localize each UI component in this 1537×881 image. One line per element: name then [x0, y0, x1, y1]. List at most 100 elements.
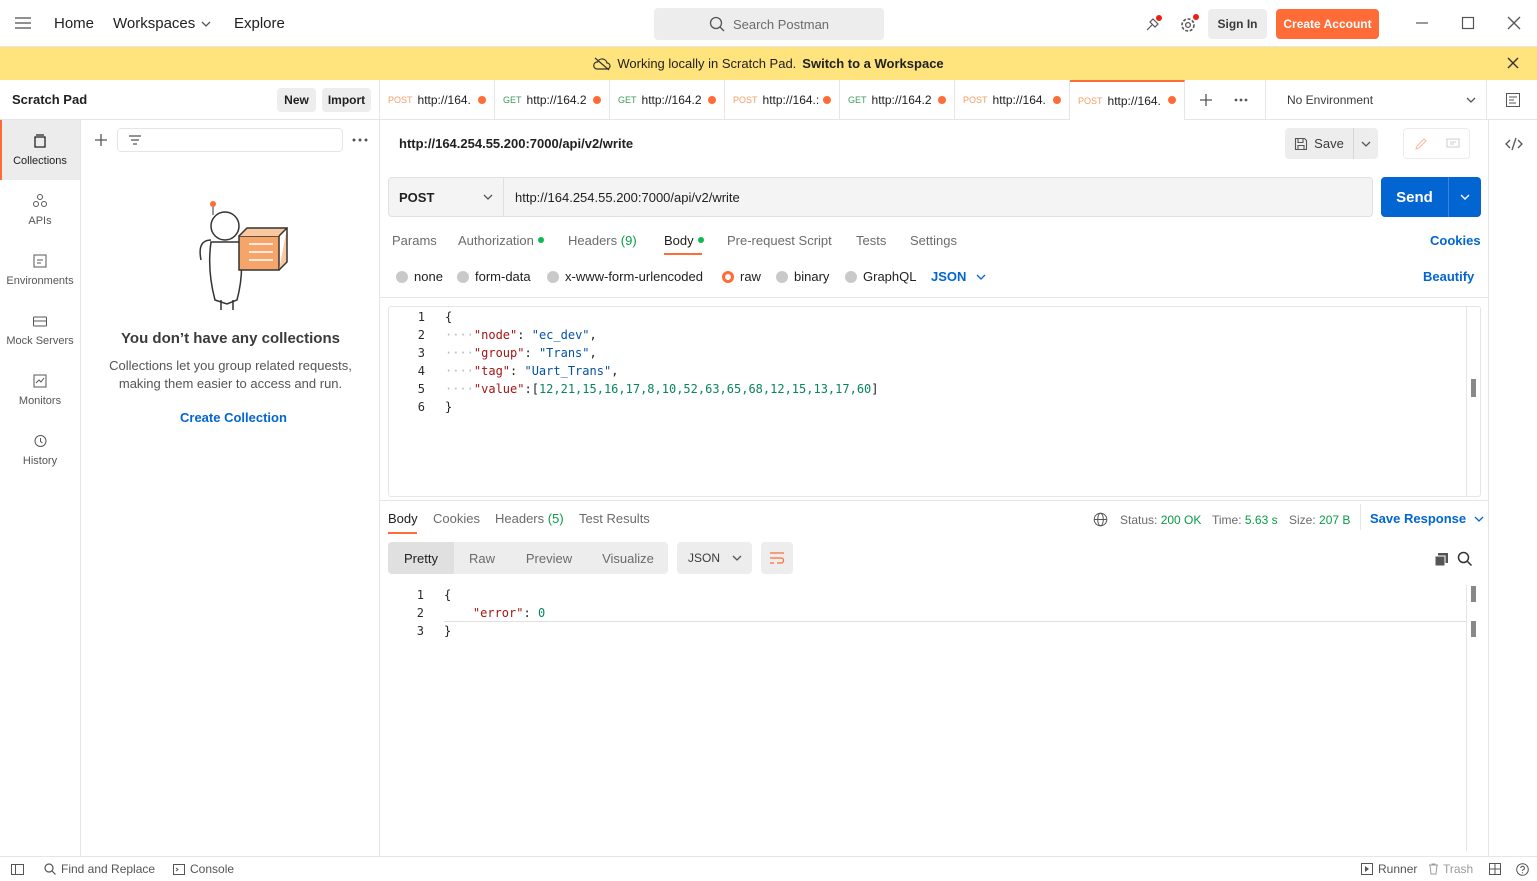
scrollbar-thumb[interactable] [1471, 621, 1476, 637]
response-tab-cookies[interactable]: Cookies [433, 511, 480, 526]
url-input[interactable]: http://164.254.55.200:7000/api/v2/write [515, 190, 740, 205]
add-collection-icon[interactable] [93, 132, 109, 148]
tab-tests[interactable]: Tests [856, 233, 886, 248]
send-button[interactable]: Send [1381, 177, 1448, 217]
response-format-select[interactable]: JSON [677, 542, 752, 574]
radio-form-data[interactable]: form-data [457, 269, 531, 284]
tab-settings[interactable]: Settings [910, 233, 957, 248]
find-replace-button[interactable]: Find and Replace [44, 862, 155, 876]
radio-graphql[interactable]: GraphQL [845, 269, 916, 284]
create-account-button[interactable]: Create Account [1276, 9, 1379, 39]
send-options-button[interactable] [1448, 177, 1481, 217]
body-format-select[interactable]: JSON [931, 269, 986, 284]
request-tab[interactable]: POST http://164. [955, 80, 1070, 120]
copy-icon[interactable] [1432, 550, 1450, 568]
json-value: "ec_dev" [531, 328, 590, 342]
runner-button[interactable]: Runner [1361, 862, 1417, 876]
minimize-icon[interactable] [1413, 14, 1431, 32]
trash-button[interactable]: Trash [1428, 862, 1473, 876]
response-tab-test-results[interactable]: Test Results [579, 511, 650, 526]
rail-item-history[interactable]: History [0, 420, 80, 480]
nav-explore[interactable]: Explore [234, 0, 285, 47]
search-response-icon[interactable] [1456, 550, 1474, 568]
sign-in-button[interactable]: Sign In [1208, 9, 1267, 39]
environment-selector[interactable]: No Environment [1265, 80, 1487, 120]
tab-headers[interactable]: Headers (9) [568, 233, 637, 248]
console-button[interactable]: Console [173, 862, 234, 876]
response-view-selector: Pretty Raw Preview Visualize [388, 542, 668, 574]
save-response-button[interactable]: Save Response [1370, 511, 1484, 526]
settings-gear-icon[interactable] [1178, 13, 1200, 35]
scrollbar-thumb[interactable] [1471, 586, 1476, 602]
view-visualize[interactable]: Visualize [588, 542, 668, 574]
method-select[interactable]: POST [389, 178, 504, 216]
tab-options-icon[interactable] [1232, 92, 1250, 108]
view-preview[interactable]: Preview [510, 542, 588, 574]
radio-raw[interactable]: raw [722, 269, 761, 284]
request-tab[interactable]: POST http://164. [380, 80, 495, 120]
scrollbar-thumb[interactable] [1471, 379, 1476, 397]
rail-item-apis[interactable]: APIs [0, 180, 80, 240]
tab-method: GET [618, 95, 637, 105]
help-icon[interactable] [1515, 862, 1529, 876]
history-icon [34, 435, 47, 447]
tab-method: POST [733, 95, 758, 105]
request-tab[interactable]: POST http://164.: [725, 80, 840, 120]
comment-icon[interactable] [1444, 136, 1462, 152]
response-body-viewer[interactable]: 1 2 3 { "error": 0 } [388, 585, 1481, 851]
status-bar: Find and Replace Console Runner Trash [0, 856, 1537, 881]
toggle-sidebar-icon[interactable] [9, 862, 25, 876]
request-title[interactable]: http://164.254.55.200:7000/api/v2/write [399, 136, 633, 151]
rail-item-monitors[interactable]: Monitors [0, 360, 80, 420]
pane-divider[interactable] [380, 500, 1488, 501]
close-banner-icon[interactable] [1505, 55, 1521, 71]
environment-quick-look-icon[interactable] [1504, 91, 1522, 109]
switch-workspace-link[interactable]: Switch to a Workspace [802, 56, 943, 71]
radio-circle-selected [722, 270, 734, 283]
create-collection-link[interactable]: Create Collection [180, 410, 287, 425]
globe-icon[interactable] [1092, 511, 1108, 527]
menu-icon[interactable] [14, 14, 32, 32]
rail-item-mock-servers[interactable]: Mock Servers [0, 300, 80, 360]
cookies-link[interactable]: Cookies [1430, 233, 1481, 248]
maximize-icon[interactable] [1459, 14, 1477, 32]
edit-pencil-icon[interactable] [1412, 136, 1430, 152]
search-input[interactable]: Search Postman [654, 8, 884, 40]
request-tab-active[interactable]: POST http://164. [1070, 80, 1185, 120]
request-tab[interactable]: GET http://164.2 [610, 80, 725, 120]
response-tab-headers[interactable]: Headers (5) [495, 511, 564, 526]
import-button[interactable]: Import [322, 88, 371, 112]
new-tab-icon[interactable] [1198, 92, 1214, 108]
response-tab-body[interactable]: Body [388, 511, 418, 526]
beautify-link[interactable]: Beautify [1423, 269, 1474, 284]
wrap-lines-button[interactable] [761, 542, 793, 574]
filter-collections-input[interactable] [117, 128, 343, 152]
runner-label: Runner [1378, 862, 1418, 876]
request-body-editor[interactable]: 1 2 3 4 5 6 { ····"node": "ec_dev", ····… [388, 306, 1481, 497]
tab-authorization[interactable]: Authorization [458, 233, 544, 248]
close-window-icon[interactable] [1505, 14, 1523, 32]
request-tab[interactable]: GET http://164.2 [495, 80, 610, 120]
nav-workspaces[interactable]: Workspaces [113, 0, 211, 47]
radio-binary[interactable]: binary [776, 269, 829, 284]
save-button[interactable]: Save [1285, 128, 1353, 159]
nav-home[interactable]: Home [54, 0, 94, 47]
code-snippet-icon[interactable] [1504, 136, 1524, 152]
radio-none[interactable]: none [396, 269, 443, 284]
view-pretty[interactable]: Pretty [388, 542, 454, 574]
trash-label: Trash [1443, 862, 1474, 876]
tab-prerequest-script[interactable]: Pre-request Script [727, 233, 832, 248]
radio-urlencoded[interactable]: x-www-form-urlencoded [547, 269, 703, 284]
save-options-button[interactable] [1353, 128, 1378, 159]
new-button[interactable]: New [277, 88, 316, 112]
rail-item-environments[interactable]: Environments [0, 240, 80, 300]
request-tab[interactable]: GET http://164.2 [840, 80, 955, 120]
more-options-icon[interactable] [351, 132, 369, 148]
tab-params[interactable]: Params [392, 233, 437, 248]
tab-body[interactable]: Body [664, 233, 704, 248]
two-pane-view-icon[interactable] [1488, 862, 1502, 876]
view-raw[interactable]: Raw [454, 542, 510, 574]
rail-item-collections[interactable]: Collections [0, 120, 80, 180]
status-value: 200 OK [1160, 513, 1202, 527]
satellite-icon[interactable] [1143, 14, 1163, 34]
